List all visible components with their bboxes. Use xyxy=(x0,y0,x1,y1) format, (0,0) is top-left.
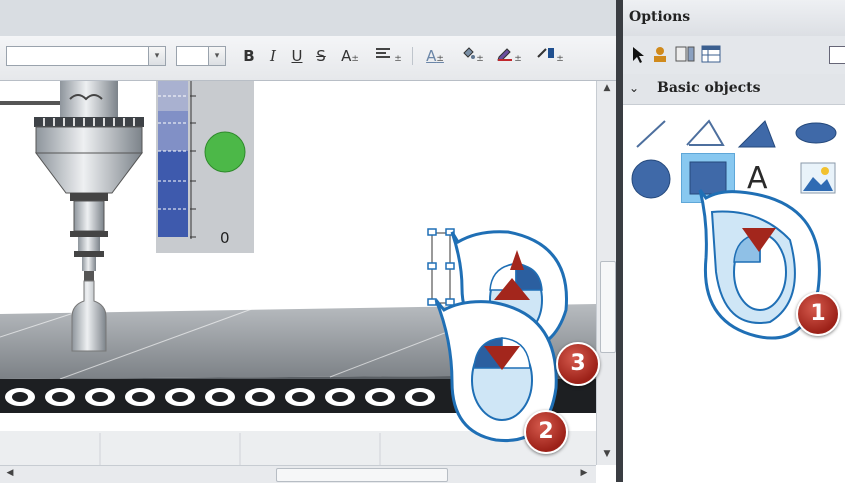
tutorial-overlay xyxy=(434,189,821,443)
step-badge-2: 2 xyxy=(524,410,568,454)
step-badge-1: 1 xyxy=(796,292,840,336)
step-badge-3: 3 xyxy=(556,342,600,386)
